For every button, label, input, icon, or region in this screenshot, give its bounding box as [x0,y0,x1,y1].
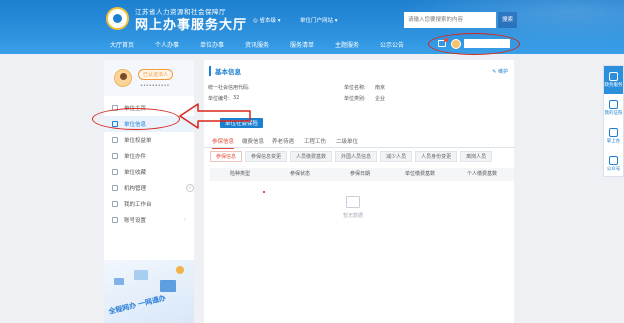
annotation-ellipse-sidebar [92,108,180,130]
subtab-enrollment-change[interactable]: 参保信息变更 [245,151,288,162]
sidebar-item-rights[interactable]: 单位权益单 [104,132,194,148]
list-icon [112,137,118,143]
illustration-block [176,266,184,274]
cloud-icon [609,72,618,81]
user-id: •••••••••• [140,83,170,89]
float-item-label: 政务服务 [604,83,623,88]
collapse-sidebar-button[interactable]: ‹ [186,184,194,192]
main-panel: 基本信息 ✎ 维护 统一社会信用代码: 单位名称: 南京 单位编号: 32 单位… [204,60,514,323]
main-nav: 大厅首页 个人办事 单位办事 资讯服务 服务清单 主题服务 公示公告 [100,40,414,52]
maintain-link[interactable]: ✎ 维护 [492,68,508,75]
sidebar-item-favorites[interactable]: 单位收藏 [104,164,194,180]
tab-pension[interactable]: 养老待遇 [272,136,294,148]
illustration-block [160,280,176,292]
nav-item-personal[interactable]: 个人办事 [144,40,190,52]
column-header: 个人缴费基数 [466,171,497,177]
sidebar-item-org[interactable]: 机构管理 [104,180,194,196]
entry-selector[interactable]: 单位门户网站 ▾ [300,16,338,24]
float-item-service[interactable]: 政务服务 [604,66,623,94]
tab-bar: 参保信息 缴费信息 养老待遇 工程工伤 二级单位 [204,136,514,149]
sidebar: 已认证法人 •••••••••• 单位主页 单位信息 单位权益单 单位办件 单位… [104,60,194,323]
float-item-label: 我的证照 [604,111,623,116]
search-input[interactable] [404,12,496,28]
illustration-block [134,270,148,280]
table-header: 险种类型 参保状态 参保日期 单位缴费基数 个人缴费基数 [210,168,514,181]
nav-item-unit[interactable]: 单位办事 [190,40,234,52]
phone-icon [609,128,618,137]
panel-title: 基本信息 [209,66,241,76]
right-float-bar: 政务服务 我的证照 掌上办 公众号 [603,65,624,177]
sidebar-item-label: 机构管理 [124,186,147,192]
float-item-certs[interactable]: 我的证照 [604,94,623,122]
gear-icon [112,217,118,223]
star-icon [112,169,118,175]
subtab-identity[interactable]: 人员身份变更 [415,151,458,162]
float-item-label: 公众号 [606,167,621,172]
float-item-label: 掌上办 [606,139,621,144]
region-selector[interactable]: ◎ 省本级 ▾ [253,16,281,24]
subtab-reduce[interactable]: 减少人员 [380,151,413,162]
nav-item-list[interactable]: 服务清单 [280,40,324,52]
sidebar-item-label: 单位权益单 [124,138,152,144]
red-marker [263,191,265,193]
subtab-leave[interactable]: 离岗人员 [460,151,493,162]
sidebar-item-label: 单位收藏 [124,170,147,176]
unit-name-label: 单位名称: [344,85,366,91]
subtab-foreign[interactable]: 外国人员信息 [335,151,378,162]
tab-sub-unit[interactable]: 二级单位 [336,136,358,148]
column-header: 参保日期 [349,171,370,177]
annotation-ellipse-user [428,33,520,55]
unit-name-value: 南京 [375,85,386,91]
float-item-wechat[interactable]: 公众号 [604,150,623,178]
column-header: 参保状态 [289,171,310,177]
nav-item-notice[interactable]: 公示公告 [370,40,414,52]
unit-number-label: 单位编号: [208,96,230,102]
credit-code-label: 统一社会信用代码: [208,85,250,91]
sidebar-item-label: 账号设置 [124,218,147,224]
file-icon [112,153,118,159]
column-header: 险种类型 [229,171,250,177]
avatar [114,69,132,87]
chevron-right-icon: › [184,217,186,223]
profile-card: 已认证法人 •••••••••• [104,60,194,96]
site-title[interactable]: 网上办事服务大厅 [135,14,247,33]
nav-item-info[interactable]: 资讯服务 [234,40,280,52]
sidebar-item-label: 我的工作台 [124,202,152,208]
float-item-mobile[interactable]: 掌上办 [604,122,623,150]
unit-number-value: 32 [233,95,240,101]
card-icon [609,100,618,109]
site-header: 江苏省人力资源和社会保障厅 网上办事服务大厅 ◎ 省本级 ▾ 单位门户网站 ▾ … [0,0,624,54]
nav-item-theme[interactable]: 主题服务 [324,40,370,52]
empty-state-text: 暂无数据 [343,213,364,219]
search-button[interactable]: 搜索 [498,12,517,28]
sidebar-item-account[interactable]: 账号设置 › [104,212,194,228]
subtab-base[interactable]: 人员缴费基数 [290,151,333,162]
sidebar-item-label: 单位办件 [124,154,147,160]
nav-item-home[interactable]: 大厅首页 [100,40,144,52]
tab-enrollment[interactable]: 参保信息 [212,136,235,149]
tab-payment[interactable]: 缴费信息 [242,136,264,148]
sidebar-item-cases[interactable]: 单位办件 [104,148,194,164]
unit-type-value: 企业 [375,96,386,102]
tab-injury[interactable]: 工程工伤 [304,136,326,148]
subtab-enrollment[interactable]: 参保信息 [210,151,243,162]
desk-icon [112,201,118,207]
unit-type-label: 单位类别: [344,96,366,102]
column-header: 单位缴费基数 [404,171,435,177]
wechat-icon [609,156,618,165]
subtab-bar: 参保信息 参保信息变更 人员缴费基数 外国人员信息 减少人员 人员身份变更 离岗… [210,151,495,162]
sidebar-slogan: 全程网办 一网通办 [107,294,167,316]
building-icon [112,185,118,191]
illustration-block [114,278,124,285]
role-badge: 已认证法人 [138,69,174,80]
empty-state-icon [346,196,360,208]
sidebar-illustration: 全程网办 一网通办 [104,260,194,323]
annotation-arrow-icon [179,103,251,129]
site-logo-icon[interactable] [106,7,129,30]
sidebar-item-workbench[interactable]: 我的工作台 [104,196,194,212]
